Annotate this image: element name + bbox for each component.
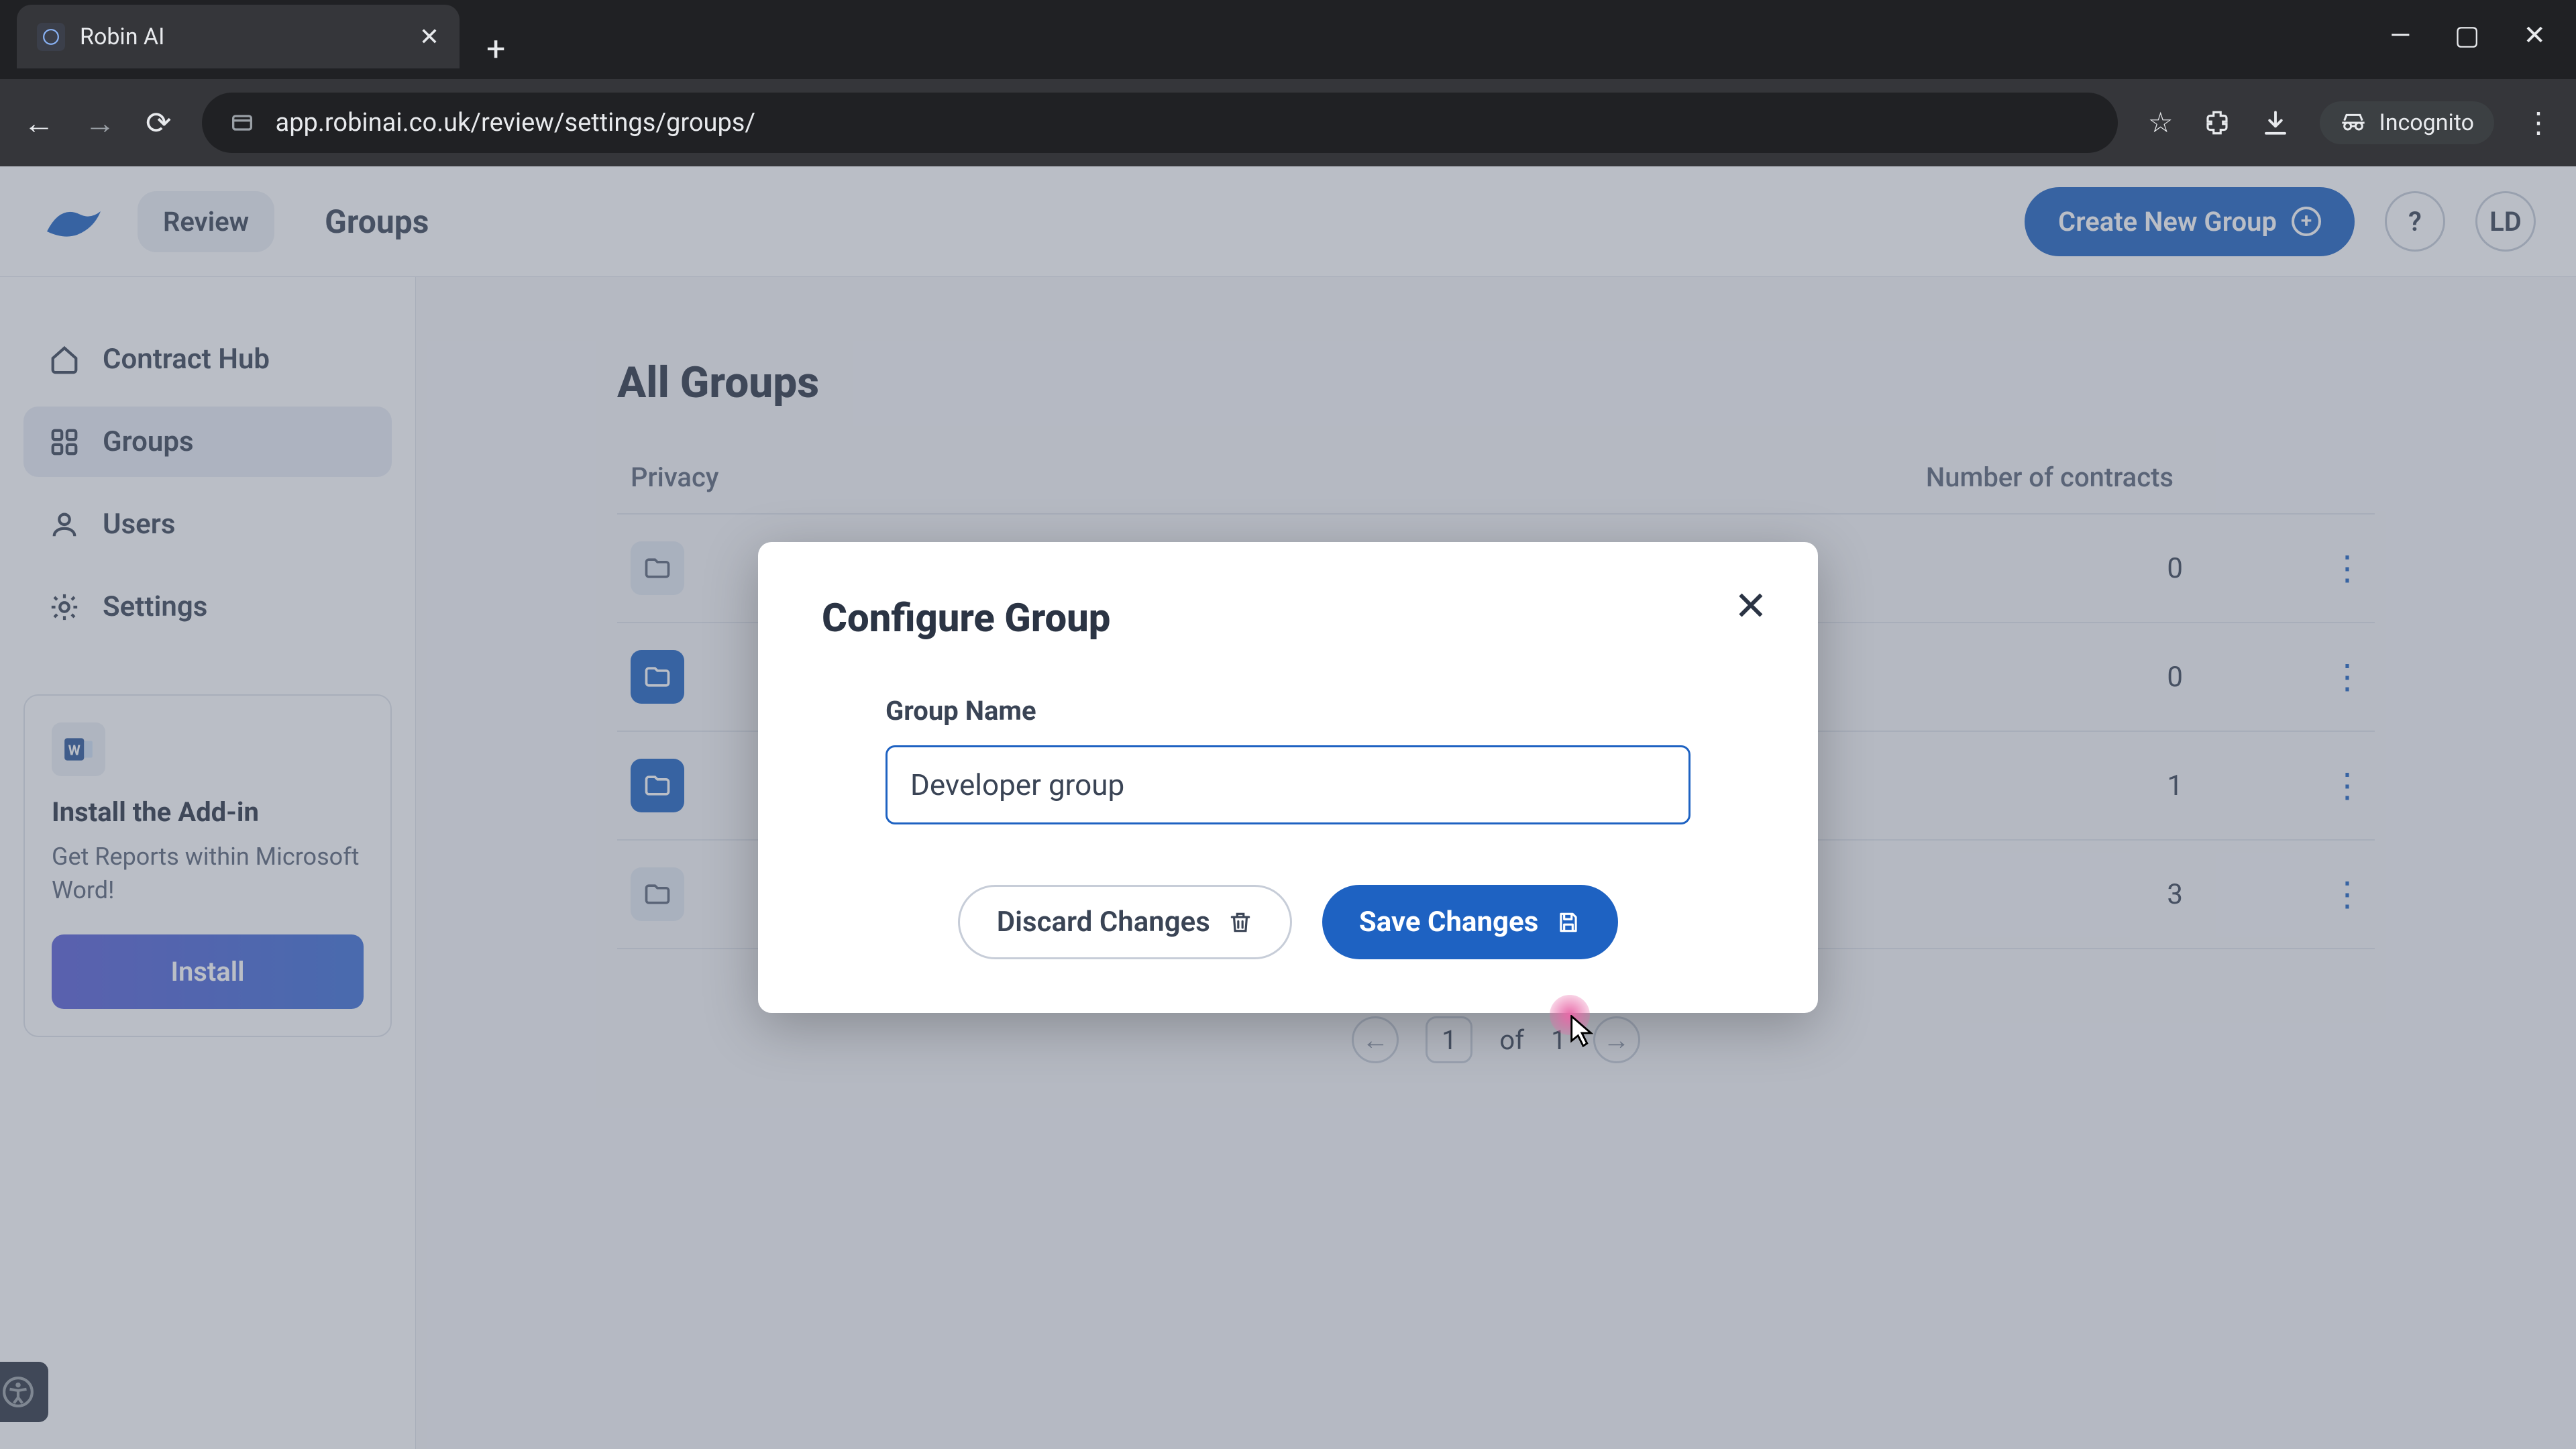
- extensions-icon[interactable]: [2203, 109, 2231, 137]
- forward-icon[interactable]: →: [85, 105, 115, 142]
- incognito-badge[interactable]: Incognito: [2320, 101, 2494, 144]
- browser-tab[interactable]: Robin AI ✕: [17, 5, 460, 68]
- tab-favicon-icon: [37, 23, 65, 51]
- save-icon: [1556, 910, 1581, 935]
- new-tab-icon[interactable]: +: [486, 30, 505, 69]
- back-icon[interactable]: ←: [23, 105, 54, 142]
- trash-icon: [1228, 910, 1253, 935]
- site-info-icon[interactable]: [229, 109, 256, 136]
- url-text: app.robinai.co.uk/review/settings/groups…: [276, 108, 756, 138]
- tab-title: Robin AI: [80, 23, 405, 50]
- close-icon[interactable]: ✕: [1734, 582, 1768, 630]
- group-name-label: Group Name: [885, 695, 1754, 727]
- app-viewport: Review Groups Create New Group + ? LD Co…: [0, 166, 2576, 1449]
- browser-titlebar: Robin AI ✕ + ― ▢ ✕: [0, 0, 2576, 79]
- modal-overlay[interactable]: Configure Group ✕ Group Name Discard Cha…: [0, 166, 2576, 1449]
- reload-icon[interactable]: ⟳: [146, 105, 172, 142]
- browser-menu-icon[interactable]: ⋮: [2524, 106, 2553, 140]
- tab-close-icon[interactable]: ✕: [419, 23, 439, 51]
- discard-button[interactable]: Discard Changes: [958, 885, 1292, 959]
- downloads-icon[interactable]: [2261, 109, 2290, 137]
- window-controls: ― ▢ ✕: [2390, 19, 2576, 51]
- minimize-icon[interactable]: ―: [2390, 19, 2410, 51]
- maximize-icon[interactable]: ▢: [2455, 19, 2480, 51]
- bookmark-icon[interactable]: ☆: [2148, 106, 2174, 140]
- incognito-icon: [2340, 109, 2367, 136]
- browser-toolbar: ← → ⟳ app.robinai.co.uk/review/settings/…: [0, 79, 2576, 166]
- incognito-label: Incognito: [2379, 109, 2474, 136]
- close-window-icon[interactable]: ✕: [2523, 19, 2546, 51]
- modal-title: Configure Group: [822, 596, 1754, 641]
- group-name-input[interactable]: [885, 745, 1690, 824]
- address-bar[interactable]: app.robinai.co.uk/review/settings/groups…: [202, 93, 2118, 153]
- save-button[interactable]: Save Changes: [1322, 885, 1618, 959]
- configure-group-modal: Configure Group ✕ Group Name Discard Cha…: [758, 542, 1818, 1013]
